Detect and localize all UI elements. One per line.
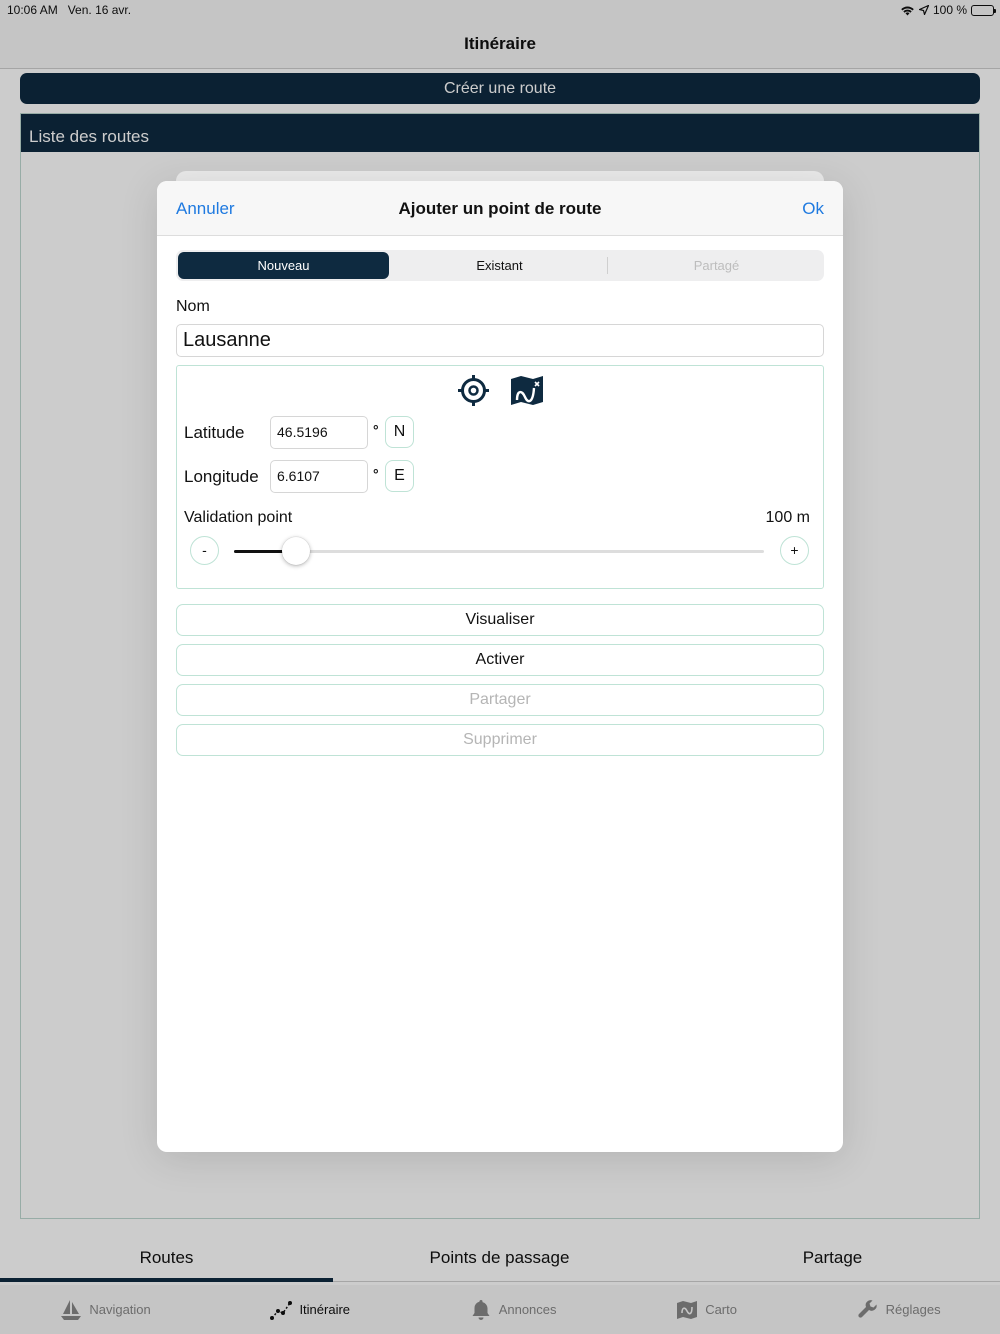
validation-point-value: 100 m [765, 509, 810, 526]
longitude-hemisphere-toggle[interactable]: E [385, 460, 414, 492]
activer-button[interactable]: Activer [176, 644, 824, 676]
name-label: Nom [176, 298, 210, 315]
latitude-label: Latitude [184, 423, 245, 442]
visualiser-button[interactable]: Visualiser [176, 604, 824, 636]
slider-thumb[interactable] [282, 537, 310, 565]
current-location-icon[interactable] [457, 374, 490, 407]
longitude-degree-symbol: ° [373, 466, 379, 482]
decrease-button[interactable]: - [190, 536, 219, 565]
validation-point-label: Validation point [184, 509, 293, 526]
pick-on-map-icon[interactable] [510, 374, 544, 407]
longitude-label: Longitude [184, 467, 259, 486]
coordinates-box: Latitude 46.5196 ° N Longitude 6.6107 ° … [176, 365, 824, 589]
name-input[interactable]: Lausanne [176, 324, 824, 357]
source-segmented-control: Nouveau Existant Partagé [176, 250, 824, 281]
segment-partage: Partagé [693, 258, 740, 273]
latitude-hemisphere-toggle[interactable]: N [385, 416, 414, 448]
modal-title: Ajouter un point de route [398, 199, 602, 218]
increase-button[interactable]: + [780, 536, 809, 565]
latitude-input[interactable]: 46.5196 [270, 416, 368, 449]
validation-slider[interactable] [234, 537, 764, 565]
segment-divider [607, 257, 608, 274]
supprimer-button: Supprimer [176, 724, 824, 756]
add-route-point-modal: Annuler Ajouter un point de route Ok Nou… [157, 181, 843, 1152]
segment-existant[interactable]: Existant [394, 252, 605, 279]
ok-button[interactable]: Ok [802, 199, 824, 219]
partager-button: Partager [176, 684, 824, 716]
longitude-input[interactable]: 6.6107 [270, 460, 368, 493]
latitude-degree-symbol: ° [373, 422, 379, 438]
segment-nouveau[interactable]: Nouveau [178, 252, 389, 279]
modal-header: Annuler Ajouter un point de route Ok [157, 181, 843, 236]
